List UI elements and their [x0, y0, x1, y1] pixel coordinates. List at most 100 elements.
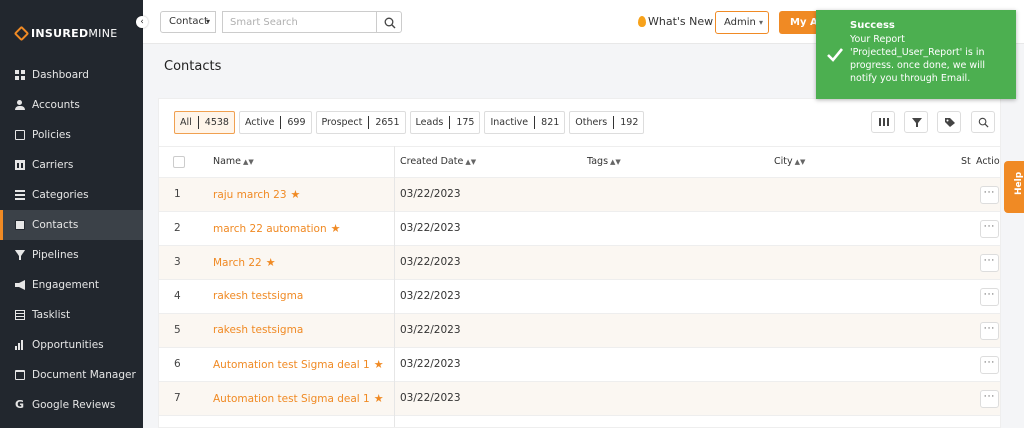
filter-others[interactable]: Others 192: [569, 111, 645, 134]
role-select[interactable]: Admin ▾: [715, 11, 769, 34]
sidebar-item-contacts[interactable]: Contacts: [0, 210, 143, 240]
sidebar-nav: Dashboard Accounts Policies Carriers Cat…: [0, 60, 143, 420]
sidebar-item-document-manager[interactable]: Document Manager: [0, 360, 143, 390]
logo-text-light: MINE: [88, 26, 118, 40]
filter-count: 2651: [375, 117, 400, 128]
column-label: Created Date: [400, 156, 464, 167]
filter-count: 175: [456, 117, 475, 128]
table-search-button[interactable]: [971, 111, 995, 133]
smart-search-input[interactable]: [222, 11, 376, 33]
sidebar-item-accounts[interactable]: Accounts: [0, 90, 143, 120]
app-logo[interactable]: INSUREDMINE: [13, 25, 118, 41]
filter-all[interactable]: All 4538: [174, 111, 235, 134]
star-icon[interactable]: ★: [331, 222, 341, 235]
tasklist-icon: [15, 310, 25, 320]
sort-icon: ▲▼: [243, 158, 254, 166]
contact-name: March 22: [213, 256, 262, 269]
sidebar-item-pipelines[interactable]: Pipelines: [0, 240, 143, 270]
contact-name-link[interactable]: rakesh testsigma: [213, 324, 303, 336]
checkmark-icon: [827, 48, 844, 62]
column-header-created-date[interactable]: Created Date ▲▼: [400, 156, 476, 167]
star-icon[interactable]: ★: [374, 358, 384, 371]
sidebar-item-opportunities[interactable]: Opportunities: [0, 330, 143, 360]
sidebar-collapse-button[interactable]: ‹: [136, 16, 148, 28]
search-button[interactable]: [376, 11, 402, 33]
sidebar-item-dashboard[interactable]: Dashboard: [0, 60, 143, 90]
row-action-button[interactable]: ···: [980, 288, 999, 306]
sidebar-item-label: Pipelines: [32, 249, 79, 261]
status-filter-bar: All 4538 Active 699 Prospect 2651 Leads 175 …: [174, 111, 645, 134]
table-row[interactable]: 4 rakesh testsigma 03/22/2023 ···: [159, 280, 1000, 314]
select-all-checkbox[interactable]: [173, 156, 185, 168]
filter-label: Leads: [415, 117, 444, 128]
whats-new-label: What's New: [648, 15, 714, 28]
contact-name-link[interactable]: march 22 automation ★: [213, 222, 341, 235]
columns-button[interactable]: [871, 111, 895, 133]
help-tab[interactable]: Help: [1004, 161, 1024, 213]
table-row[interactable]: 1 raju march 23 ★ 03/22/2023 ···: [159, 178, 1000, 212]
whats-new-link[interactable]: What's New: [638, 15, 713, 28]
star-icon[interactable]: ★: [291, 188, 301, 201]
search-icon: [978, 117, 989, 128]
contact-name: Automation test Sigma deal 1: [213, 392, 370, 405]
tag-button[interactable]: [937, 111, 961, 133]
tag-icon: [945, 118, 955, 127]
column-header-name[interactable]: Name ▲▼: [213, 156, 254, 167]
table-row[interactable]: 5 rakesh testsigma 03/22/2023 ···: [159, 314, 1000, 348]
success-toast[interactable]: Success Your Report 'Projected_User_Repo…: [816, 10, 1016, 99]
sort-icon: ▲▼: [465, 158, 477, 166]
filter-prospect[interactable]: Prospect 2651: [315, 111, 406, 134]
sidebar-item-engagement[interactable]: Engagement: [0, 270, 143, 300]
sidebar-item-tasklist[interactable]: Tasklist: [0, 300, 143, 330]
row-number: 7: [174, 392, 181, 404]
search-icon: [384, 17, 396, 29]
sidebar-item-label: Carriers: [32, 159, 74, 171]
sidebar-item-google-reviews[interactable]: G Google Reviews: [0, 390, 143, 420]
contact-name-link[interactable]: rakesh testsigma: [213, 290, 303, 302]
filter-inactive[interactable]: Inactive 821: [484, 111, 566, 134]
sidebar-item-label: Opportunities: [32, 339, 104, 351]
row-action-button[interactable]: ···: [980, 322, 999, 340]
row-action-button[interactable]: ···: [980, 254, 999, 272]
created-date: 03/22/2023: [400, 324, 461, 336]
row-action-button[interactable]: ···: [980, 220, 999, 238]
divider: [449, 116, 451, 129]
table-row[interactable]: 6 Automation test Sigma deal 1 ★ 03/22/20…: [159, 348, 1000, 382]
contact-name-link[interactable]: raju march 23 ★: [213, 188, 300, 201]
sidebar-item-carriers[interactable]: Carriers: [0, 150, 143, 180]
column-label: Name: [213, 156, 242, 167]
created-date: 03/22/2023: [400, 222, 461, 234]
contact-name-link[interactable]: Automation test Sigma deal 1 ★: [213, 392, 384, 405]
star-icon[interactable]: ★: [266, 256, 276, 269]
table-row[interactable]: 3 March 22 ★ 03/22/2023 ···: [159, 246, 1000, 280]
star-icon[interactable]: ★: [374, 392, 384, 405]
users-icon: [15, 100, 25, 110]
filter-label: All: [180, 117, 192, 128]
contacts-card: All 4538 Active 699 Prospect 2651 Leads 1 7 5 …: [158, 98, 1001, 428]
row-action-button[interactable]: ···: [980, 186, 999, 204]
row-number: 6: [174, 358, 181, 370]
row-action-button[interactable]: ···: [980, 390, 999, 408]
contact-name-link[interactable]: Automation test Sigma deal 1 ★: [213, 358, 384, 371]
filter-count: 4538: [204, 117, 229, 128]
filter-leads[interactable]: Leads 175: [409, 111, 481, 134]
column-label: Tags: [587, 156, 609, 167]
column-header-tags[interactable]: Tags ▲▼: [587, 156, 621, 167]
filter-button[interactable]: [904, 111, 928, 133]
table-row[interactable]: 2 march 22 automation ★ 03/22/2023 ···: [159, 212, 1000, 246]
filter-active[interactable]: Active 699: [238, 111, 312, 134]
column-label: Action: [976, 156, 1000, 167]
sidebar-item-categories[interactable]: Categories: [0, 180, 143, 210]
sidebar-item-policies[interactable]: Policies: [0, 120, 143, 150]
bank-icon: [15, 160, 25, 170]
row-number: 1: [174, 188, 181, 200]
column-header-city[interactable]: City ▲▼: [774, 156, 805, 167]
table-row[interactable]: 7 Automation test Sigma deal 1 ★ 03/22/20…: [159, 382, 1000, 416]
contact-name: rakesh testsigma: [213, 324, 304, 336]
search-type-select[interactable]: Contact ▾: [160, 11, 216, 33]
column-header-status[interactable]: St: [961, 156, 971, 167]
row-action-button[interactable]: ···: [980, 356, 999, 374]
funnel-icon: [15, 250, 25, 260]
contact-name-link[interactable]: March 22 ★: [213, 256, 276, 269]
created-date: 03/22/2023: [400, 188, 461, 200]
